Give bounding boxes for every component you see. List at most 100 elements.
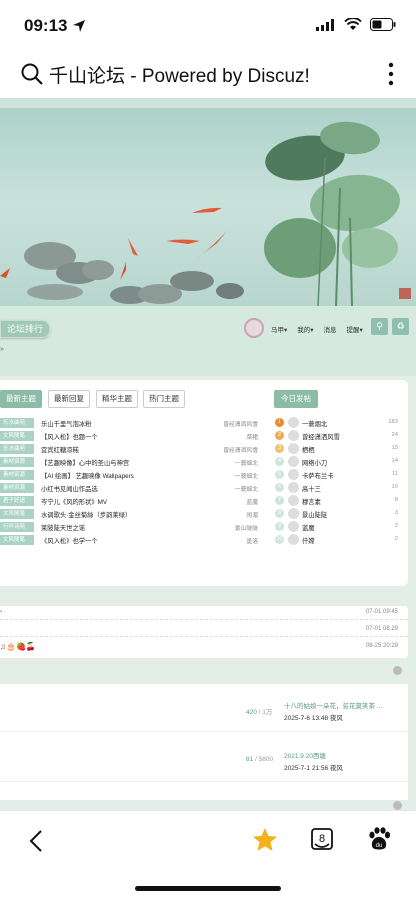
box8-icon[interactable]: 8 <box>311 827 333 851</box>
list-item[interactable]: 07-01 08:29 <box>0 623 408 637</box>
poster-name[interactable]: 仟嫦 <box>302 536 315 545</box>
avatar[interactable] <box>288 521 299 532</box>
poster-row[interactable]: 2 曾经潇洒风雪 24 <box>274 430 398 443</box>
poster-row[interactable]: 8 景山陡陡 3 <box>274 508 398 521</box>
poster-row[interactable]: 1 一蓑烟北 183 <box>274 417 398 430</box>
search-icon[interactable] <box>20 62 44 86</box>
list-item[interactable]: ♫🎂🍓🍒 08-25 20:29 <box>0 640 408 654</box>
poster-name[interactable]: 一蓑烟北 <box>302 419 327 428</box>
thread-row[interactable]: 乐水曲苑 宜宾红糖凉糕 曾经潇洒风雪 <box>0 443 270 456</box>
collapse-icon[interactable] <box>393 801 402 810</box>
paw-icon[interactable]: du <box>366 826 392 852</box>
browser-title-bar[interactable]: 千山论坛 - Powered by Discuz! <box>0 52 416 98</box>
avatar[interactable] <box>288 469 299 480</box>
thread-row[interactable]: 文风随笔 《风入松》也学一个 墨洛 <box>0 534 270 547</box>
list-item[interactable]: ▪ 07-01 09:45 <box>0 606 408 620</box>
thread-category-tag[interactable]: 行吟诗苑 <box>0 522 34 532</box>
thread-author[interactable]: 景山陡陡 <box>235 523 258 532</box>
thread-row[interactable]: 乐水曲苑 乐山千里气泡冰粉 曾经潇洒风雪 <box>0 417 270 430</box>
avatar[interactable] <box>244 318 264 338</box>
thread-title[interactable]: 水调歌头·金丝菊絲（步韵莱绿） <box>41 510 131 519</box>
poster-name[interactable]: 穆言素 <box>302 497 321 506</box>
thread-category-tag[interactable]: 素材资源 <box>0 457 34 467</box>
avatar[interactable] <box>288 456 299 467</box>
thread-category-tag[interactable]: 乐水曲苑 <box>0 418 34 428</box>
thread-title[interactable]: 【艺趣映像】心中的圣山与神宫 <box>41 458 129 467</box>
thread-title[interactable]: 《风入松》也学一个 <box>41 536 98 545</box>
tab-featured-threads[interactable]: 精华主题 <box>96 390 138 408</box>
thread-row[interactable]: 文风随笔 水调歌头·金丝菊絲（步韵莱绿） 闹湄 <box>0 508 270 521</box>
tab-latest-threads[interactable]: 最新主题 <box>0 390 42 408</box>
nav-link-mine[interactable]: 我的▾ <box>297 324 313 334</box>
thread-row[interactable]: 文风随笔 【风入松】也题一个 菜猪 <box>0 430 270 443</box>
forum-last-title[interactable]: 2021.9.20西塘 <box>284 750 326 760</box>
nav-link-reminders[interactable]: 提醒▾ <box>347 324 363 334</box>
avatar[interactable] <box>288 495 299 506</box>
nav-link-alt-account[interactable]: 马甲▾ <box>271 324 287 334</box>
poster-name[interactable]: 蓝魔 <box>302 523 315 532</box>
thread-author[interactable]: 蓝魔 <box>246 497 258 506</box>
poster-row[interactable]: 6 高十三 10 <box>274 482 398 495</box>
poster-row[interactable]: 10 仟嫦 2 <box>274 534 398 547</box>
thread-title[interactable]: 岑宁儿《风的形状》MV <box>41 497 107 506</box>
poster-row[interactable]: 4 网络小刀 14 <box>274 456 398 469</box>
thread-author[interactable]: 曾经潇洒风雪 <box>223 419 258 428</box>
tab-hot-threads[interactable]: 热门主题 <box>143 390 185 408</box>
star-icon[interactable] <box>252 827 278 853</box>
thread-category-tag[interactable]: 文风随笔 <box>0 431 34 441</box>
thread-category-tag[interactable]: 君子好逑 <box>0 496 34 506</box>
thread-author[interactable]: 菜猪 <box>246 432 258 441</box>
thread-row[interactable]: 素材资源 【AI 绘画】 艺趣映像 Wallpapers 一蓑烟北 <box>0 469 270 482</box>
poster-name[interactable]: 景山陡陡 <box>302 510 327 519</box>
thread-author[interactable]: 闹湄 <box>246 510 258 519</box>
thread-title[interactable]: 乐山千里气泡冰粉 <box>41 419 91 428</box>
poster-name[interactable]: 曾经潇洒风雪 <box>302 432 340 441</box>
thread-category-tag[interactable]: 素材资源 <box>0 483 34 493</box>
poster-row[interactable]: 3 栖栖 15 <box>274 443 398 456</box>
poster-row[interactable]: 7 穆言素 8 <box>274 495 398 508</box>
collapse-icon[interactable] <box>393 666 402 675</box>
thread-title[interactable]: 【AI 绘画】 艺趣映像 Wallpapers <box>41 471 134 480</box>
forum-last-title[interactable]: 十八的姑娘一朵花，贫花莫笑茶 ... <box>284 700 382 710</box>
nav-refresh-icon[interactable]: ♻ <box>392 318 409 335</box>
thread-row[interactable]: 素材资源 小红书见闻山作品选 一蓑烟北 <box>0 482 270 495</box>
avatar[interactable] <box>288 417 299 428</box>
avatar[interactable] <box>288 443 299 454</box>
forum-row[interactable]: 81 / 5800 2021.9.20西塘 2025-7-1 21:56 夜风 <box>0 742 408 782</box>
thread-title[interactable]: 【风入松】也题一个 <box>41 432 98 441</box>
today-posts-button[interactable]: 今日发帖 <box>274 390 318 408</box>
thread-row[interactable]: 素材资源 【艺趣映像】心中的圣山与神宫 一蓑烟北 <box>0 456 270 469</box>
forum-row[interactable]: 420 / 1万 十八的姑娘一朵花，贫花莫笑茶 ... 2025-7-6 13:… <box>0 692 408 732</box>
poster-row[interactable]: 9 蓝魔 2 <box>274 521 398 534</box>
thread-row[interactable]: 行吟诗苑 莱陂陡天世之谣 景山陡陡 <box>0 521 270 534</box>
thread-title[interactable]: 宜宾红糖凉糕 <box>41 445 79 454</box>
tab-latest-replies[interactable]: 最新回复 <box>48 390 90 408</box>
thread-row[interactable]: 君子好逑 岑宁儿《风的形状》MV 蓝魔 <box>0 495 270 508</box>
poster-name[interactable]: 网络小刀 <box>302 458 327 467</box>
avatar[interactable] <box>288 508 299 519</box>
poster-name[interactable]: 栖栖 <box>302 445 315 454</box>
thread-category-tag[interactable]: 素材资源 <box>0 470 34 480</box>
forum-ranking-button[interactable]: 论坛排行 <box>0 320 50 338</box>
thread-title[interactable]: 莱陂陡天世之谣 <box>41 523 85 532</box>
thread-category-tag[interactable]: 乐水曲苑 <box>0 444 34 454</box>
poster-name[interactable]: 高十三 <box>302 484 321 493</box>
thread-title[interactable]: 小红书见闻山作品选 <box>41 484 98 493</box>
avatar[interactable] <box>288 482 299 493</box>
thread-author[interactable]: 一蓑烟北 <box>235 484 258 493</box>
thread-author[interactable]: 曾经潇洒风雪 <box>223 445 258 454</box>
thread-category-tag[interactable]: 文风随笔 <box>0 509 34 519</box>
avatar[interactable] <box>288 534 299 545</box>
thread-category-tag[interactable]: 文风随笔 <box>0 535 34 545</box>
nav-link-messages[interactable]: 消息 <box>324 324 337 334</box>
thread-author[interactable]: 一蓑烟北 <box>235 471 258 480</box>
thread-author[interactable]: 一蓑烟北 <box>235 458 258 467</box>
more-icon[interactable] <box>388 62 394 86</box>
poster-row[interactable]: 5 卡萨布兰卡 11 <box>274 469 398 482</box>
back-icon[interactable] <box>28 829 44 853</box>
thread-author[interactable]: 墨洛 <box>246 536 258 545</box>
nav-search-icon[interactable]: ⚲ <box>371 318 388 335</box>
poster-name[interactable]: 卡萨布兰卡 <box>302 471 333 480</box>
home-indicator[interactable] <box>135 886 281 891</box>
avatar[interactable] <box>288 430 299 441</box>
